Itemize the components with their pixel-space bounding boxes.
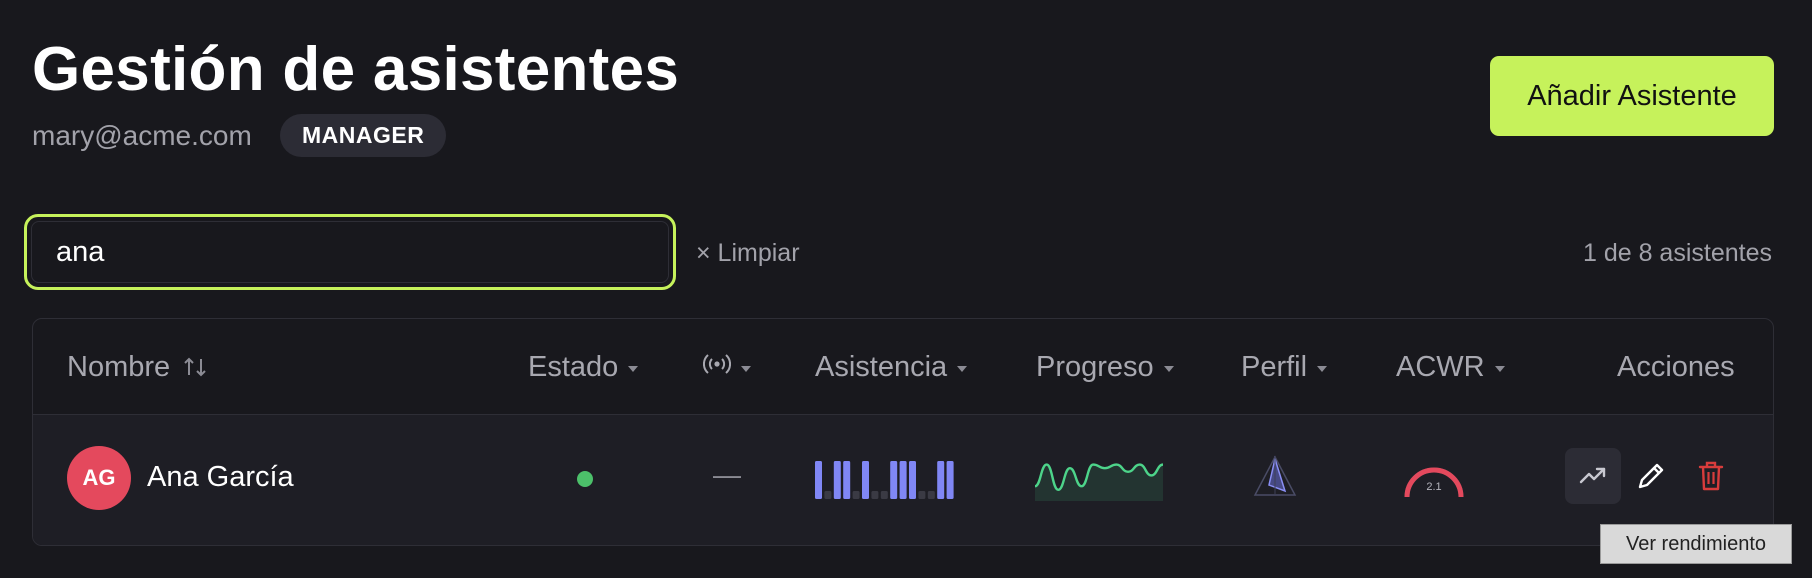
trash-icon	[1698, 461, 1724, 491]
attendance-bar	[843, 461, 851, 499]
column-status-label: Estado	[528, 350, 619, 383]
column-attendance-header[interactable]: Asistencia	[815, 319, 968, 415]
chevron-down-icon	[957, 366, 968, 372]
column-status-header[interactable]: Estado	[528, 319, 639, 415]
attendance-bar	[946, 461, 954, 499]
page-title: Gestión de asistentes	[32, 35, 680, 104]
assistants-table: Nombre Estado Asistencia Progreso Perfil…	[32, 318, 1774, 546]
column-attendance-label: Asistencia	[815, 350, 948, 383]
column-acwr-header[interactable]: ACWR	[1396, 319, 1505, 415]
chevron-down-icon	[1317, 366, 1328, 372]
add-assistant-button[interactable]: Añadir Asistente	[1490, 56, 1774, 136]
attendance-bar	[862, 461, 869, 499]
table-header: Nombre Estado Asistencia Progreso Perfil…	[33, 319, 1773, 415]
attendance-bar	[880, 491, 888, 499]
search-box	[24, 214, 676, 290]
chevron-down-icon	[741, 366, 751, 372]
chevron-down-icon	[1494, 366, 1505, 372]
edit-button[interactable]	[1631, 456, 1671, 496]
tooltip: Ver rendimiento	[1600, 524, 1792, 564]
column-name-label: Nombre	[67, 350, 171, 383]
column-progress-header[interactable]: Progreso	[1036, 319, 1174, 415]
chevron-down-icon	[628, 366, 639, 372]
pencil-icon	[1638, 463, 1664, 489]
acwr-value: 2.1	[1426, 481, 1441, 493]
chevron-down-icon	[1163, 366, 1174, 372]
profile-radar-icon	[1253, 455, 1297, 496]
column-actions-label: Acciones	[1617, 350, 1735, 383]
attendance-bar	[815, 461, 822, 499]
column-profile-label: Perfil	[1241, 350, 1308, 383]
signal-icon	[702, 351, 732, 384]
table-row[interactable]: AG Ana García — 2.1	[33, 415, 1773, 545]
attendance-bar	[871, 491, 879, 499]
attendance-bar	[909, 461, 916, 499]
view-performance-button[interactable]	[1565, 448, 1621, 504]
column-signal-header[interactable]	[702, 319, 751, 415]
role-badge: MANAGER	[280, 114, 447, 157]
column-progress-label: Progreso	[1036, 350, 1154, 383]
attendance-bar	[824, 491, 832, 499]
search-input[interactable]	[31, 221, 669, 283]
column-actions-header: Acciones	[1617, 319, 1735, 415]
attendance-bar	[918, 491, 926, 499]
user-email: mary@acme.com	[32, 120, 252, 151]
attendance-bar	[890, 461, 898, 499]
delete-button[interactable]	[1691, 456, 1731, 496]
trending-up-icon	[1579, 467, 1606, 484]
progress-sparkline	[1035, 463, 1163, 501]
attendance-bar	[899, 461, 907, 499]
sort-icon[interactable]	[182, 355, 208, 379]
attendance-sparkline	[815, 461, 954, 499]
acwr-gauge: 2.1	[1404, 467, 1464, 498]
clear-search-link[interactable]: × Limpiar	[696, 236, 800, 270]
attendance-bar	[833, 461, 841, 499]
column-profile-header[interactable]: Perfil	[1241, 319, 1328, 415]
column-name-header[interactable]: Nombre	[67, 319, 208, 415]
column-acwr-label: ACWR	[1396, 350, 1485, 383]
assistant-name[interactable]: Ana García	[147, 459, 294, 495]
result-count: 1 de 8 asistentes	[1582, 239, 1772, 267]
attendance-bar	[927, 491, 935, 499]
signal-value: —	[713, 459, 741, 490]
attendance-bar	[852, 491, 860, 499]
avatar: AG	[67, 446, 131, 510]
status-indicator	[577, 471, 593, 487]
attendance-bar	[937, 461, 945, 499]
